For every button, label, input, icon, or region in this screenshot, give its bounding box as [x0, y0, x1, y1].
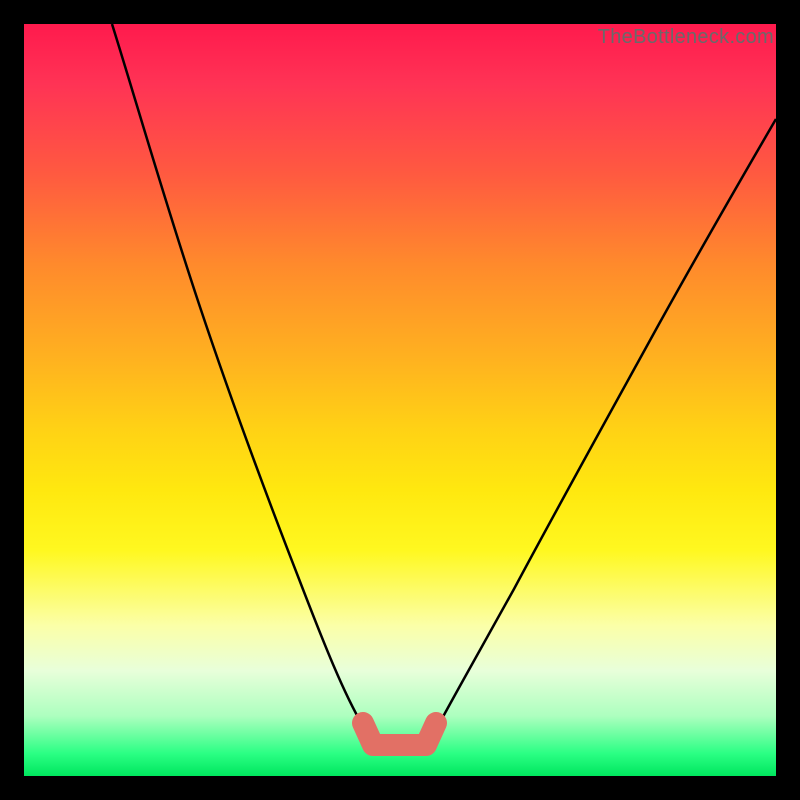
curve-right-branch: [438, 119, 776, 726]
outer-frame: TheBottleneck.com: [0, 0, 800, 800]
curve-left-branch: [112, 24, 363, 726]
plot-area: [24, 24, 776, 776]
chart-svg: [24, 24, 776, 776]
floor-marker: [363, 723, 436, 745]
watermark-text: TheBottleneck.com: [598, 26, 774, 49]
